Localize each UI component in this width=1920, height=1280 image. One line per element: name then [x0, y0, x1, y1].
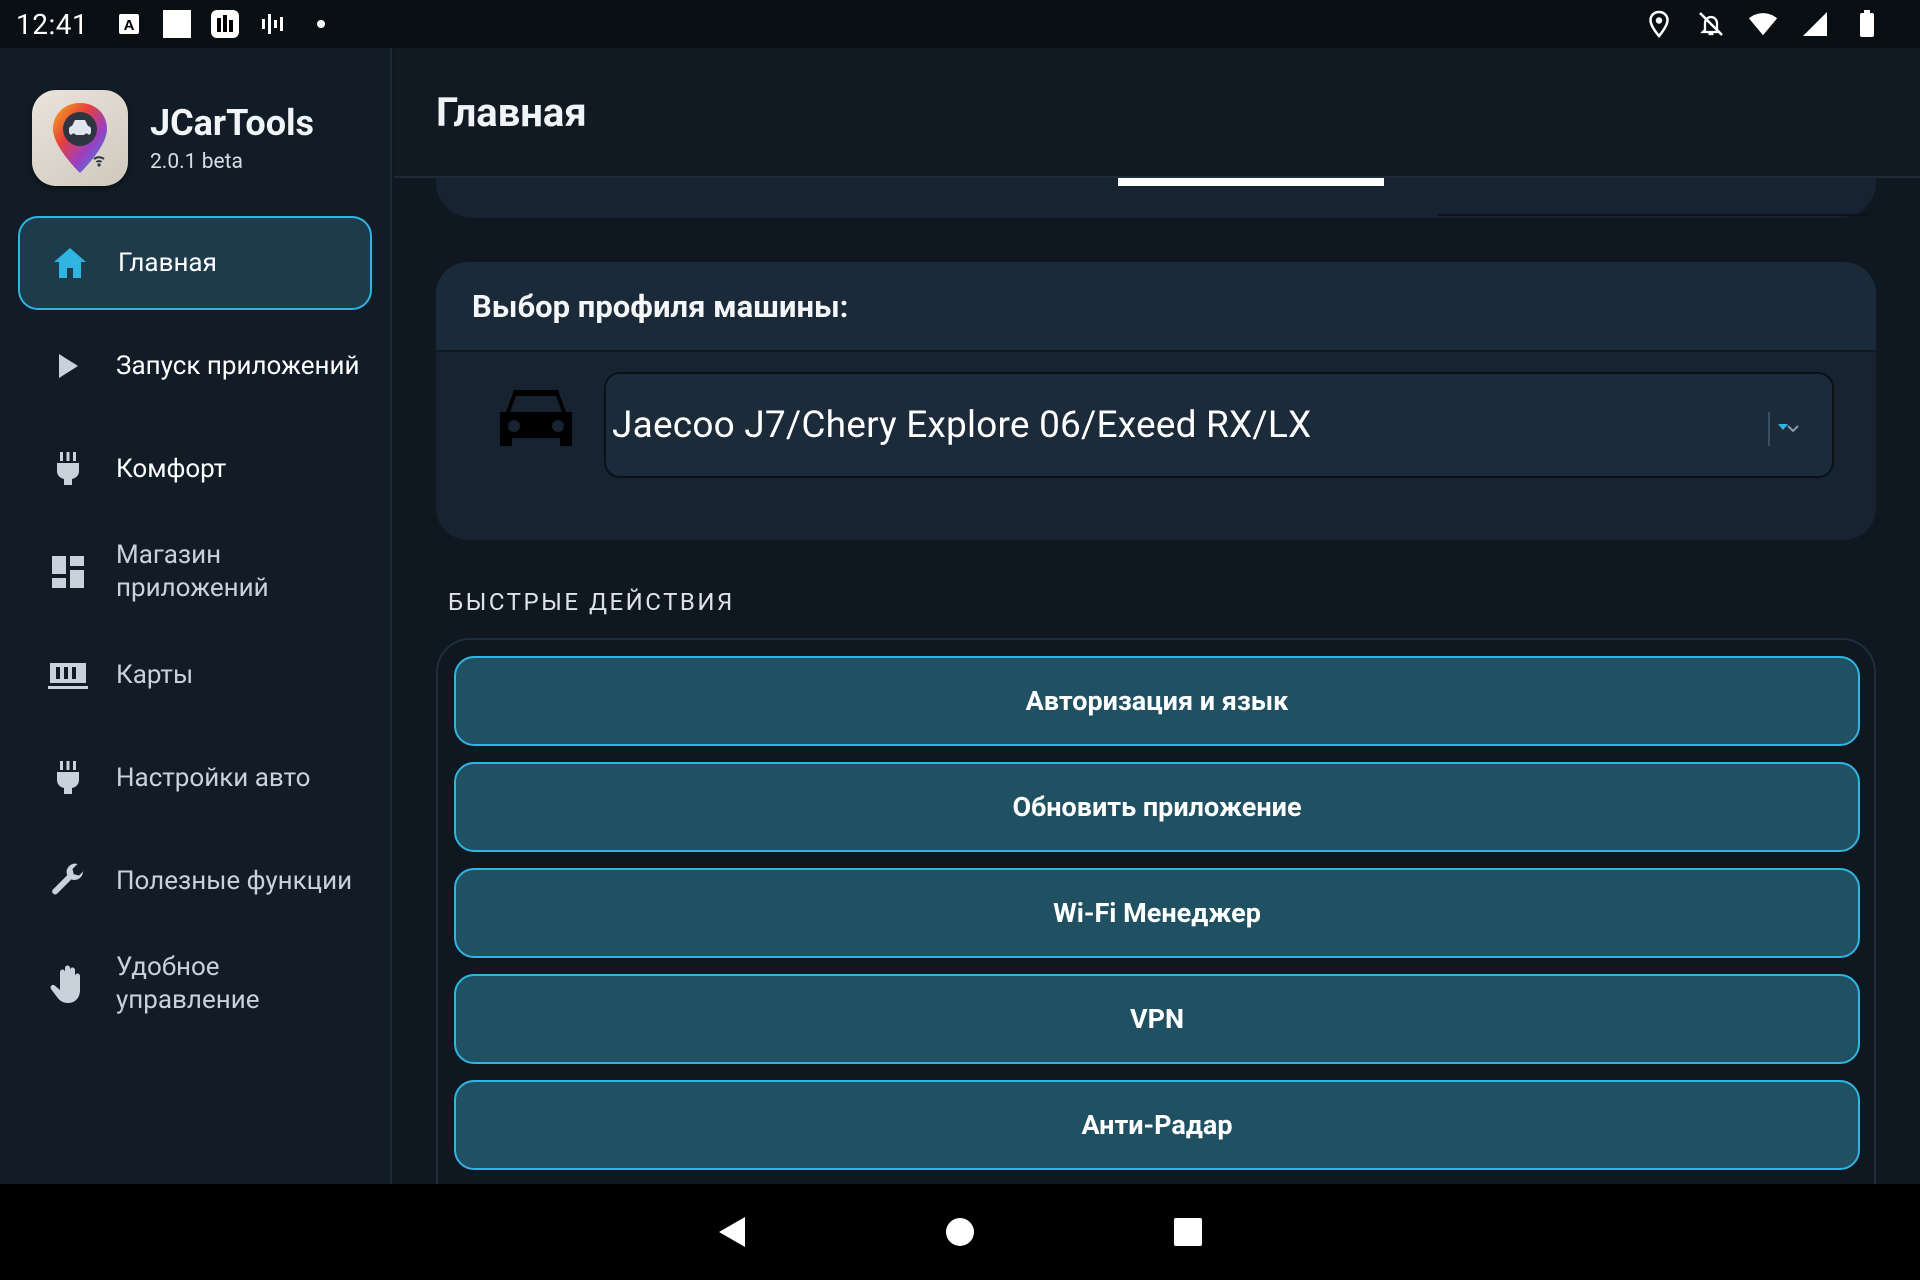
waveform-icon	[258, 9, 288, 39]
back-icon[interactable]	[712, 1212, 752, 1252]
car-icon	[494, 382, 578, 466]
sidebar-item-app-store[interactable]: Магазин приложений	[18, 525, 372, 619]
scrolled-card-remnant	[436, 178, 1876, 218]
home-circle-icon[interactable]	[940, 1212, 980, 1252]
main-content: Главная Выбор профиля машины: Jaecoo J7/…	[394, 48, 1920, 1184]
white-square-icon	[162, 9, 192, 39]
wrench-icon	[48, 861, 88, 901]
sidebar-item-easy-control[interactable]: Удобное управление	[18, 937, 372, 1031]
play-icon	[48, 346, 88, 386]
auth-language-button[interactable]: Авторизация и язык	[454, 656, 1860, 746]
location-icon	[1644, 9, 1674, 39]
svg-text:A: A	[124, 17, 135, 34]
profile-card-body: Jaecoo J7/Chery Explore 06/Exeed RX/LX	[436, 372, 1876, 482]
status-time: 12:41	[16, 7, 89, 41]
sidebar-nav: Главная Запуск приложений Комфорт Магази…	[18, 216, 372, 1040]
gallery-icon	[210, 9, 240, 39]
sidebar-item-label: Удобное управление	[116, 952, 260, 1015]
battery-icon	[1852, 9, 1882, 39]
profile-heading: Выбор профиля машины:	[472, 287, 849, 325]
sidebar-item-label: Настройки авто	[116, 762, 311, 793]
top-app-bar: Главная	[394, 48, 1920, 178]
anti-radar-button[interactable]: Анти-Радар	[454, 1080, 1860, 1170]
sidebar-item-useful-functions[interactable]: Полезные функции	[18, 834, 372, 928]
keyboard-a-icon: A	[114, 9, 144, 39]
notifications-off-icon	[1696, 9, 1726, 39]
divider	[1438, 214, 1868, 216]
hand-icon	[48, 964, 88, 1004]
sidebar-item-maps[interactable]: Карты	[18, 628, 372, 722]
recents-icon[interactable]	[1168, 1212, 1208, 1252]
sidebar-item-label: Карты	[116, 659, 194, 690]
wifi-manager-button[interactable]: Wi-Fi Менеджер	[454, 868, 1860, 958]
profile-card-header: Выбор профиля машины:	[436, 262, 1876, 352]
plug-icon	[48, 449, 88, 489]
sidebar: JCarTools 2.0.1 beta Главная Запуск прил…	[0, 48, 392, 1184]
profile-card: Выбор профиля машины: Jaecoo J7/Chery Ex…	[436, 262, 1876, 540]
car-profile-selected: Jaecoo J7/Chery Explore 06/Exeed RX/LX	[612, 403, 1312, 447]
page-title: Главная	[436, 88, 587, 136]
plug-icon	[48, 758, 88, 798]
home-icon	[50, 243, 90, 283]
sidebar-item-home[interactable]: Главная	[18, 216, 372, 310]
sidebar-item-label: Комфорт	[116, 453, 227, 484]
chevron-down-icon[interactable]	[1768, 412, 1802, 446]
sidebar-item-car-settings[interactable]: Настройки авто	[18, 731, 372, 825]
quick-actions-label: БЫСТРЫЕ ДЕЙСТВИЯ	[448, 588, 735, 616]
sidebar-item-comfort[interactable]: Комфорт	[18, 422, 372, 516]
sidebar-item-label: Полезные функции	[116, 865, 353, 896]
signal-icon	[1800, 9, 1830, 39]
quick-actions-card: Авторизация и язык Обновить приложение W…	[436, 638, 1876, 1184]
sidebar-item-app-launch[interactable]: Запуск приложений	[18, 319, 372, 413]
tab-indicator	[1118, 178, 1384, 186]
app-header: JCarTools 2.0.1 beta	[0, 48, 390, 196]
dashboard-icon	[48, 552, 88, 592]
update-app-button[interactable]: Обновить приложение	[454, 762, 1860, 852]
system-nav-bar	[0, 1184, 1920, 1280]
app-name: JCarTools	[150, 102, 315, 144]
sidebar-item-label: Запуск приложений	[116, 350, 360, 381]
app-logo	[32, 90, 128, 186]
car-profile-dropdown[interactable]: Jaecoo J7/Chery Explore 06/Exeed RX/LX	[604, 372, 1834, 478]
status-bar: 12:41 A	[0, 0, 1920, 48]
sidebar-item-label: Магазин приложений	[116, 540, 269, 603]
map-grid-icon	[48, 655, 88, 695]
app-version: 2.0.1 beta	[150, 150, 243, 174]
sidebar-item-label: Главная	[118, 247, 217, 278]
wifi-icon	[1748, 9, 1778, 39]
dot-icon	[306, 9, 336, 39]
vpn-button[interactable]: VPN	[454, 974, 1860, 1064]
